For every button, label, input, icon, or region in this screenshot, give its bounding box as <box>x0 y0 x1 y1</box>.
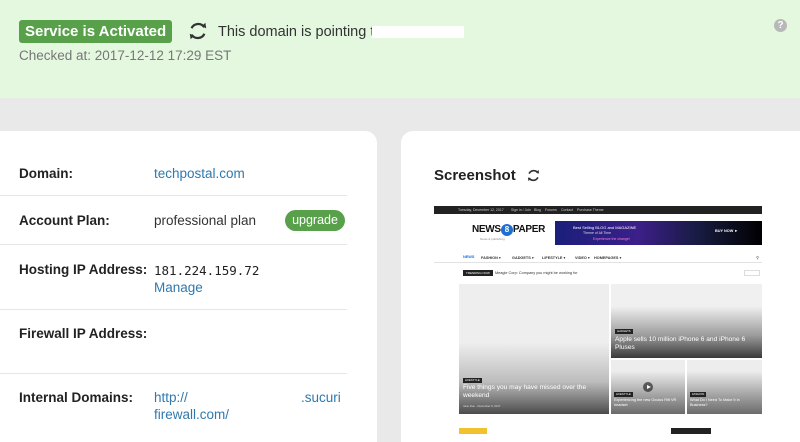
site-ad-banner: Best Selling BLOG and MAGAZINE Theme of … <box>555 221 762 245</box>
site-nav-item: HOMEPAGES ▾ <box>594 256 622 260</box>
featured-title: Five things you may have missed over the… <box>463 384 587 399</box>
manage-link[interactable]: Manage <box>154 280 203 295</box>
site-nav-item: FASHION ▾ <box>481 256 501 260</box>
gadgets-title: Apple sells 10 million iPhone 6 and iPho… <box>615 336 746 351</box>
site-blog: Blog <box>534 208 542 212</box>
plan-value: professional plan <box>154 213 257 228</box>
domain-label: Domain: <box>19 166 73 181</box>
redacted-ip <box>372 26 464 38</box>
firewall-label: Firewall IP Address: <box>19 326 148 341</box>
logo-eight: 8 <box>500 224 513 236</box>
status-banner: Service is Activated This domain is poin… <box>0 0 800 98</box>
lifestyle-category: LIFESTYLE <box>614 392 633 397</box>
site-forums: Forums <box>545 208 557 212</box>
trending-label: TRENDING NOW <box>463 270 493 276</box>
play-icon <box>643 382 653 392</box>
screenshot-title: Screenshot <box>434 167 516 184</box>
trending-text: Meagle Corp: Company you might be workin… <box>495 271 578 275</box>
site-search-icon: ⚲ <box>756 256 759 260</box>
refresh-screenshot-icon[interactable] <box>526 168 541 183</box>
refresh-icon[interactable] <box>187 20 209 42</box>
ad-button: BUY NOW ► <box>715 229 739 233</box>
site-date: Tuesday, December 12, 2017 <box>458 208 504 212</box>
firewall-row <box>0 310 347 374</box>
site-signin: Sign in / Join <box>511 208 532 212</box>
site-nav-item: LIFESTYLE ▾ <box>542 256 566 260</box>
plan-label: Account Plan: <box>19 213 110 228</box>
site-logo: NEWS 8 PAPER <box>472 224 545 236</box>
internal-domain-link-line2[interactable]: firewall.com/ <box>154 407 229 422</box>
site-tagline: News & publishing <box>480 237 505 241</box>
fashion-title: What Do I Need To Make It In Business? <box>690 398 740 407</box>
featured-category: LIFESTYLE <box>463 378 482 383</box>
internal-domain-link-start[interactable]: http:// <box>154 390 188 405</box>
featured-meta: Jane Doe · December 9, 2017 <box>463 404 501 408</box>
internal-domain-link-end[interactable]: .sucuri <box>301 390 341 405</box>
ad-line3: Experience the change! <box>593 237 630 241</box>
site-section-strip <box>459 428 487 434</box>
site-nav: NEWS FASHION ▾ GADGETS ▾ LIFESTYLE ▾ VID… <box>434 252 762 263</box>
domain-link[interactable]: techpostal.com <box>154 166 245 181</box>
upgrade-button[interactable]: upgrade <box>285 210 345 231</box>
site-purchase: Purchase Theme <box>577 208 604 212</box>
logo-news: NEWS <box>472 224 501 235</box>
site-screenshot: Tuesday, December 12, 2017 Sign in / Joi… <box>434 206 762 442</box>
site-topbar: Tuesday, December 12, 2017 Sign in / Joi… <box>434 206 762 214</box>
internal-domains-label: Internal Domains: <box>19 390 134 405</box>
site-section-strip <box>671 428 711 434</box>
site-nav-item: VIDEO ▾ <box>575 256 590 260</box>
ad-line1: Best Selling BLOG and MAGAZINE <box>573 225 637 230</box>
gadgets-category: GADGETS <box>615 329 633 334</box>
hosting-label: Hosting IP Address: <box>19 262 148 277</box>
lifestyle-title: Experiencing the new Oculus Rift VR head… <box>614 398 677 407</box>
trending-arrows <box>744 270 760 276</box>
pointing-text: This domain is pointing to <box>218 24 383 40</box>
checked-at: Checked at: 2017-12-12 17:29 EST <box>19 48 232 63</box>
site-nav-item: NEWS <box>463 255 475 259</box>
ad-line2: Theme of All Time <box>583 231 612 235</box>
status-badge: Service is Activated <box>19 20 173 43</box>
fashion-category: FASHION <box>690 392 707 397</box>
hosting-ip: 181.224.159.72 <box>154 263 260 278</box>
logo-paper: PAPER <box>512 224 546 235</box>
site-contact: Contact <box>561 208 574 212</box>
site-nav-item: GADGETS ▾ <box>512 256 534 260</box>
help-icon[interactable]: ? <box>774 19 787 32</box>
